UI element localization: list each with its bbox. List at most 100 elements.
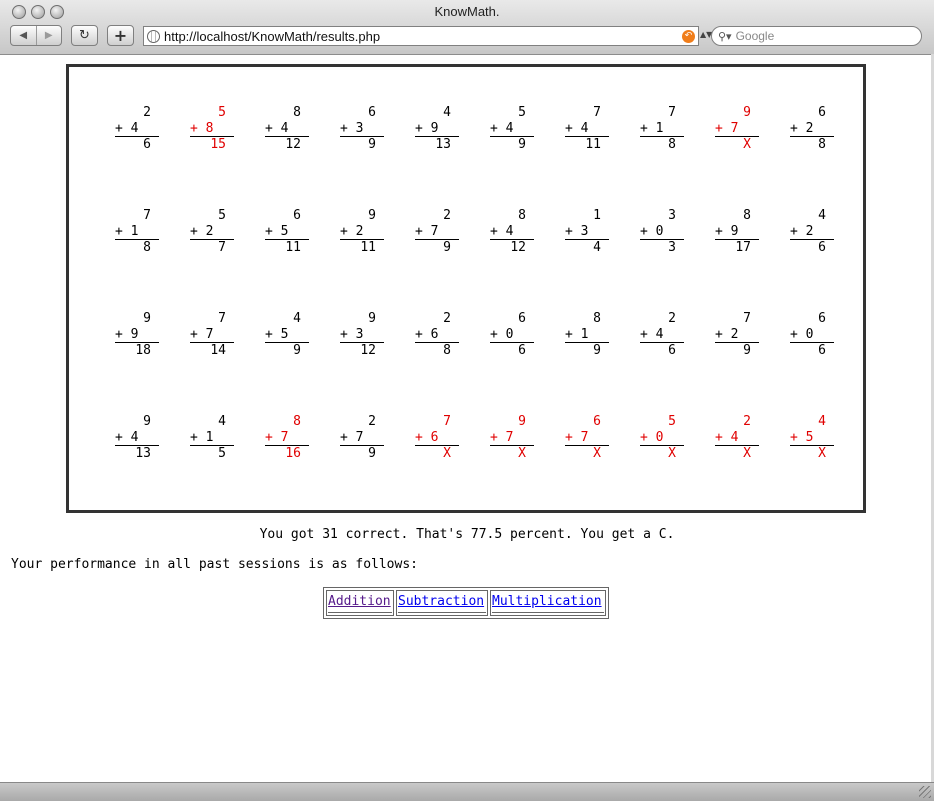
search-box[interactable]: ⚲▾ <box>711 26 922 46</box>
multiplication-link[interactable]: Multiplication <box>492 594 602 609</box>
problem-answer: 9 <box>593 343 601 358</box>
search-icon[interactable]: ⚲▾ <box>718 30 732 43</box>
problem-top-operand: 6 <box>818 311 826 326</box>
problem-card: 7 + 1 8 <box>634 105 684 153</box>
problem-card: 9 + 7 X <box>709 105 759 153</box>
problem-top-operand: 6 <box>293 208 301 223</box>
problem-card: 2 + 6 8 <box>409 311 459 359</box>
problem-answer: 6 <box>518 343 526 358</box>
problem-top-operand: 4 <box>218 414 226 429</box>
problem-answer: 12 <box>360 343 376 358</box>
problem-bottom-operand: + 2 <box>715 326 739 342</box>
problem-top-operand: 6 <box>593 414 601 429</box>
problem-top-operand: 6 <box>368 105 376 120</box>
problem-answer: 3 <box>668 240 676 255</box>
reload-icon: ↻ <box>79 28 90 43</box>
search-input[interactable] <box>735 29 906 43</box>
problem-card: 7 + 2 9 <box>709 311 759 359</box>
problem-bottom-operand: + 1 <box>115 223 139 239</box>
problem-answer: 8 <box>443 343 451 358</box>
snapback-icon[interactable]: ↶ <box>682 30 695 43</box>
problem-answer: 6 <box>143 137 151 152</box>
back-button[interactable]: ◀ <box>11 26 36 45</box>
problem-answer: 11 <box>585 137 601 152</box>
problem-answer: 9 <box>368 446 376 461</box>
problem-bottom-operand: + 6 <box>415 429 439 445</box>
problem-card: 6 + 0 6 <box>784 311 834 359</box>
score-summary: You got 31 correct. That's 77.5 percent.… <box>259 527 675 542</box>
problem-bottom-operand: + 7 <box>490 429 514 445</box>
problem-bottom-operand: + 3 <box>565 223 589 239</box>
problem-top-operand: 8 <box>293 105 301 120</box>
problem-top-operand: 8 <box>743 208 751 223</box>
reload-button[interactable]: ↻ <box>71 25 98 46</box>
problem-top-operand: 4 <box>293 311 301 326</box>
problem-bottom-operand: + 4 <box>715 429 739 445</box>
problem-bottom-operand: + 4 <box>565 120 589 136</box>
url-input[interactable] <box>164 28 676 44</box>
problem-card: 8 + 4 12 <box>259 105 309 153</box>
problem-bottom-operand: + 5 <box>265 223 289 239</box>
problem-top-operand: 9 <box>143 311 151 326</box>
problem-bottom-operand: + 9 <box>115 326 139 342</box>
problem-bottom-operand: + 0 <box>490 326 514 342</box>
problem-bottom-operand: + 4 <box>640 326 664 342</box>
problem-answer: 8 <box>818 137 826 152</box>
problem-bottom-operand: + 7 <box>340 429 364 445</box>
cell-divider <box>492 612 604 613</box>
problem-answer: 12 <box>285 137 301 152</box>
problem-card: 4 + 1 5 <box>184 414 234 462</box>
problem-answer: 4 <box>593 240 601 255</box>
problem-answer: 9 <box>743 343 751 358</box>
problem-card: 7 + 6 X <box>409 414 459 462</box>
problem-card: 4 + 2 6 <box>784 208 834 256</box>
problem-bottom-operand: + 1 <box>190 429 214 445</box>
problem-top-operand: 5 <box>218 208 226 223</box>
problem-answer: X <box>593 446 601 461</box>
problem-answer: 14 <box>210 343 226 358</box>
problem-top-operand: 4 <box>443 105 451 120</box>
problem-bottom-operand: + 4 <box>115 429 139 445</box>
address-bar[interactable]: ↶ <box>143 26 699 46</box>
table-cell-subtraction: Subtraction <box>396 590 488 616</box>
problem-card: 4 + 5 X <box>784 414 834 462</box>
problem-bottom-operand: + 4 <box>115 120 139 136</box>
back-arrow-icon: ◀ <box>19 30 28 41</box>
problem-bottom-operand: + 4 <box>265 120 289 136</box>
problem-answer: 13 <box>435 137 451 152</box>
problem-bottom-operand: + 3 <box>340 326 364 342</box>
problem-bottom-operand: + 1 <box>565 326 589 342</box>
resize-grip-icon[interactable] <box>919 786 931 798</box>
problem-top-operand: 3 <box>668 208 676 223</box>
problem-top-operand: 5 <box>668 414 676 429</box>
problem-card: 6 + 7 X <box>559 414 609 462</box>
cell-divider <box>328 612 392 613</box>
forward-button[interactable]: ▶ <box>35 26 62 45</box>
problem-card: 9 + 7 X <box>484 414 534 462</box>
problem-card: 6 + 5 11 <box>259 208 309 256</box>
problem-card: 8 + 4 12 <box>484 208 534 256</box>
sessions-table: Addition Subtraction Multiplication <box>323 587 609 619</box>
problem-top-operand: 2 <box>143 105 151 120</box>
problem-answer: 9 <box>443 240 451 255</box>
problem-top-operand: 9 <box>368 208 376 223</box>
problem-top-operand: 1 <box>593 208 601 223</box>
problem-answer: 5 <box>218 446 226 461</box>
problem-card: 7 + 1 8 <box>109 208 159 256</box>
problem-bottom-operand: + 7 <box>565 429 589 445</box>
problem-top-operand: 9 <box>368 311 376 326</box>
problem-card: 1 + 3 4 <box>559 208 609 256</box>
problem-answer: X <box>668 446 676 461</box>
problem-bottom-operand: + 5 <box>790 429 814 445</box>
problem-top-operand: 4 <box>818 414 826 429</box>
problem-top-operand: 7 <box>593 105 601 120</box>
problem-bottom-operand: + 4 <box>490 223 514 239</box>
subtraction-link[interactable]: Subtraction <box>398 594 484 609</box>
problem-card: 8 + 7 16 <box>259 414 309 462</box>
addition-link[interactable]: Addition <box>328 594 391 609</box>
problem-card: 6 + 2 8 <box>784 105 834 153</box>
problem-top-operand: 2 <box>743 414 751 429</box>
problem-top-operand: 6 <box>518 311 526 326</box>
add-bookmark-button[interactable]: + <box>107 25 134 46</box>
problem-card: 7 + 4 11 <box>559 105 609 153</box>
